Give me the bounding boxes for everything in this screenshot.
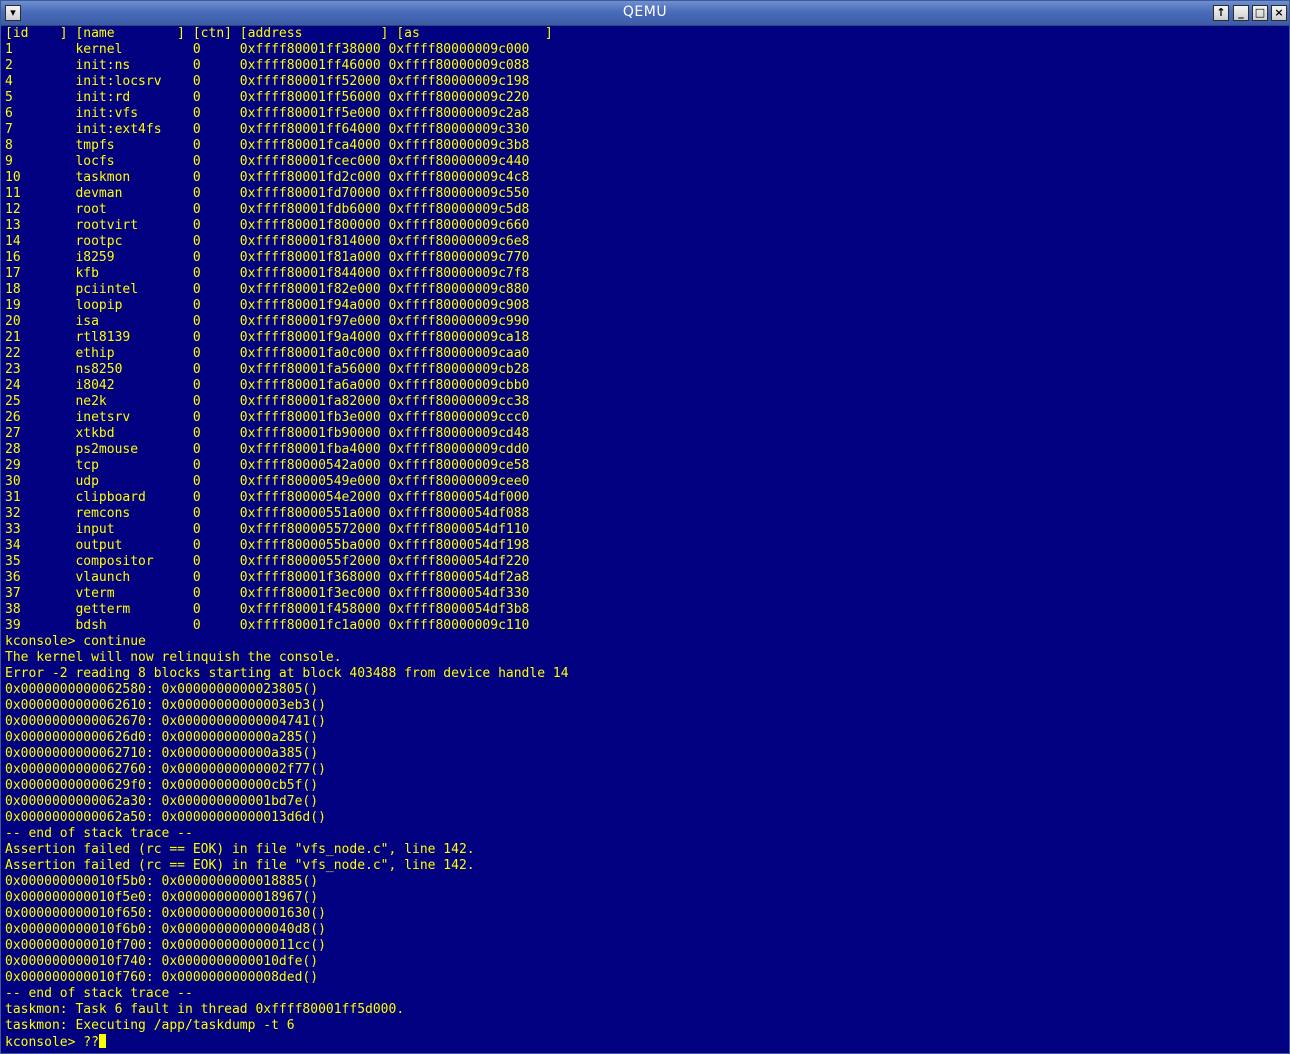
console-line: -- end of stack trace -- [5, 826, 193, 841]
console-line: 0x000000000010f760: 0x0000000000008ded() [5, 970, 319, 985]
console-line: 18 pciintel 0 0xffff80001f82e000 0xffff8… [5, 282, 530, 297]
arrow-up-icon: ↑ [1216, 6, 1226, 19]
console-line: 1 kernel 0 0xffff80001ff38000 0xffff8000… [5, 42, 530, 57]
console-line: 35 compositor 0 0xffff8000055f2000 0xfff… [5, 554, 530, 569]
console-line: 28 ps2mouse 0 0xffff80001fba4000 0xffff8… [5, 442, 530, 457]
close-button[interactable]: × [1271, 5, 1287, 21]
console-line: 21 rtl8139 0 0xffff80001f9a4000 0xffff80… [5, 330, 530, 345]
console-line: 30 udp 0 0xffff80000549e000 0xffff800000… [5, 474, 530, 489]
console-line: 12 root 0 0xffff80001fdb6000 0xffff80000… [5, 202, 530, 217]
console-prompt: kconsole> ?? [5, 1035, 99, 1050]
console-line: taskmon: Task 6 fault in thread 0xffff80… [5, 1002, 405, 1017]
console-line: 23 ns8250 0 0xffff80001fa56000 0xffff800… [5, 362, 530, 377]
console-line: 37 vterm 0 0xffff80001f3ec000 0xffff8000… [5, 586, 530, 601]
console-line: 6 init:vfs 0 0xffff80001ff5e000 0xffff80… [5, 106, 530, 121]
console-line: 2 init:ns 0 0xffff80001ff46000 0xffff800… [5, 58, 530, 73]
console-line: 16 i8259 0 0xffff80001f81a000 0xffff8000… [5, 250, 530, 265]
console-prompt-line[interactable]: kconsole> ?? [5, 1034, 1285, 1050]
console-line: 0x00000000000626d0: 0x000000000000a285() [5, 730, 319, 745]
console-line: 0x0000000000062760: 0x00000000000002f77(… [5, 762, 326, 777]
console-line: 7 init:ext4fs 0 0xffff80001ff64000 0xfff… [5, 122, 530, 137]
console-line: 8 tmpfs 0 0xffff80001fca4000 0xffff80000… [5, 138, 530, 153]
console-line: 0x0000000000062580: 0x0000000000023805() [5, 682, 319, 697]
console-line: 24 i8042 0 0xffff80001fa6a000 0xffff8000… [5, 378, 530, 393]
console-line: 32 remcons 0 0xffff80000551a000 0xffff80… [5, 506, 530, 521]
console-line: 0x0000000000062710: 0x000000000000a385() [5, 746, 319, 761]
raise-button[interactable]: ↑ [1213, 5, 1229, 21]
console-line: 0x000000000010f6b0: 0x000000000000040d8(… [5, 922, 326, 937]
console-line: 0x000000000010f740: 0x0000000000010dfe() [5, 954, 319, 969]
window-title: QEMU [622, 4, 668, 20]
console-line: 38 getterm 0 0xffff80001f458000 0xffff80… [5, 602, 530, 617]
console-line: 31 clipboard 0 0xffff8000054e2000 0xffff… [5, 490, 530, 505]
console-line: kconsole> continue [5, 634, 146, 649]
console-line: 10 taskmon 0 0xffff80001fd2c000 0xffff80… [5, 170, 530, 185]
console-line: 19 loopip 0 0xffff80001f94a000 0xffff800… [5, 298, 530, 313]
console-line: The kernel will now relinquish the conso… [5, 650, 342, 665]
console-line: 0x000000000010f5e0: 0x0000000000018967() [5, 890, 319, 905]
console-line: 0x000000000010f650: 0x00000000000001630(… [5, 906, 326, 921]
close-icon: × [1274, 6, 1284, 19]
console-line: [id ] [name ] [ctn] [address ] [as ] [5, 26, 553, 41]
console-line: 27 xtkbd 0 0xffff80001fb90000 0xffff8000… [5, 426, 530, 441]
console-line: 33 input 0 0xffff800005572000 0xffff8000… [5, 522, 530, 537]
console-line: 0x0000000000062610: 0x00000000000003eb3(… [5, 698, 326, 713]
console-line: 0x0000000000062a50: 0x00000000000013d6d(… [5, 810, 326, 825]
console-output: [id ] [name ] [ctn] [address ] [as ] 1 ke… [5, 26, 1285, 1034]
console-line: Assertion failed (rc == EOK) in file "vf… [5, 842, 475, 857]
minimize-button[interactable]: _ [1233, 5, 1249, 21]
console-line: 0x0000000000062a30: 0x000000000001bd7e() [5, 794, 319, 809]
console-line: 0x0000000000062670: 0x00000000000004741(… [5, 714, 326, 729]
console-line: 17 kfb 0 0xffff80001f844000 0xffff800000… [5, 266, 530, 281]
console-line: 39 bdsh 0 0xffff80001fc1a000 0xffff80000… [5, 618, 530, 633]
qemu-window: ▾ QEMU ↑ _ □ × [id ] [name ] [ctn] [addr… [0, 0, 1290, 1054]
console-line: -- end of stack trace -- [5, 986, 193, 1001]
console-line: 36 vlaunch 0 0xffff80001f368000 0xffff80… [5, 570, 530, 585]
console-line: Error -2 reading 8 blocks starting at bl… [5, 666, 569, 681]
console-line: 11 devman 0 0xffff80001fd70000 0xffff800… [5, 186, 530, 201]
console-line: Assertion failed (rc == EOK) in file "vf… [5, 858, 475, 873]
console-line: 34 output 0 0xffff8000055ba000 0xffff800… [5, 538, 530, 553]
console-line: 22 ethip 0 0xffff80001fa0c000 0xffff8000… [5, 346, 530, 361]
console-line: 25 ne2k 0 0xffff80001fa82000 0xffff80000… [5, 394, 530, 409]
console-line: 20 isa 0 0xffff80001f97e000 0xffff800000… [5, 314, 530, 329]
console-line: 9 locfs 0 0xffff80001fcec000 0xffff80000… [5, 154, 530, 169]
title-bar[interactable]: ▾ QEMU ↑ _ □ × [1, 1, 1289, 26]
console-line: 0x000000000010f5b0: 0x0000000000018885() [5, 874, 319, 889]
console-line: 0x00000000000629f0: 0x000000000000cb5f() [5, 778, 319, 793]
maximize-icon: □ [1254, 6, 1266, 19]
console-line: taskmon: Executing /app/taskdump -t 6 [5, 1018, 295, 1033]
console-line: 0x000000000010f700: 0x000000000000011cc(… [5, 938, 326, 953]
console-line: 14 rootpc 0 0xffff80001f814000 0xffff800… [5, 234, 530, 249]
text-cursor [98, 1034, 106, 1048]
minimize-icon: _ [1238, 6, 1244, 19]
console-line: 26 inetsrv 0 0xffff80001fb3e000 0xffff80… [5, 410, 530, 425]
console-line: 5 init:rd 0 0xffff80001ff56000 0xffff800… [5, 90, 530, 105]
maximize-button[interactable]: □ [1252, 5, 1268, 21]
console-line: 29 tcp 0 0xffff80000542a000 0xffff800000… [5, 458, 530, 473]
console-screen[interactable]: [id ] [name ] [ctn] [address ] [as ] 1 ke… [5, 26, 1285, 1050]
console-line: 4 init:locsrv 0 0xffff80001ff52000 0xfff… [5, 74, 530, 89]
console-line: 13 rootvirt 0 0xffff80001f800000 0xffff8… [5, 218, 530, 233]
